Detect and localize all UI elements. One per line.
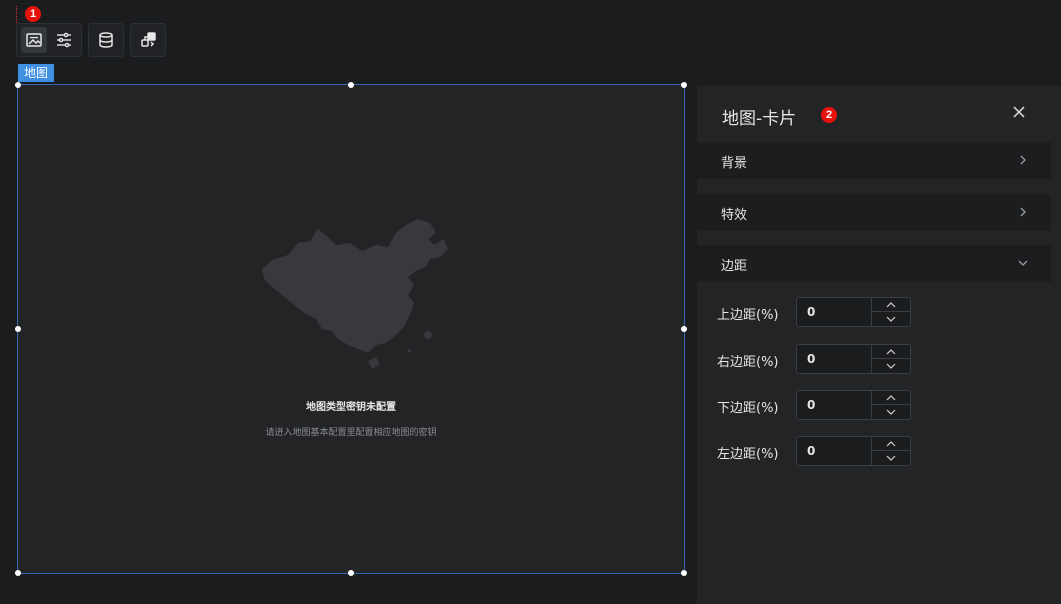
resize-handle-left[interactable] <box>15 326 21 332</box>
toolbar-group-data <box>88 23 124 57</box>
sliders-icon[interactable] <box>51 27 77 53</box>
close-icon[interactable] <box>1011 104 1027 120</box>
map-card-canvas[interactable]: 地图类型密钥未配置 请进入地图基本配置里配置相应地图的密钥 <box>15 82 687 576</box>
section-margin[interactable]: 边距 <box>697 245 1051 282</box>
stepper-arrows <box>871 391 910 419</box>
resize-handle-right[interactable] <box>681 326 687 332</box>
component-tag: 地图 <box>18 64 55 82</box>
stepper-arrows <box>871 345 910 373</box>
china-map-icon <box>258 215 448 375</box>
stepper-arrows <box>871 298 910 326</box>
chevron-down-icon <box>886 363 896 369</box>
margin-left-stepper <box>796 436 911 466</box>
margin-top-input[interactable] <box>797 298 872 326</box>
margin-right-stepper <box>796 344 911 374</box>
empty-state-description: 请进入地图基本配置里配置相应地图的密钥 <box>265 428 437 438</box>
resize-handle-bottom-left[interactable] <box>15 570 21 576</box>
margin-bottom-stepper <box>796 390 911 420</box>
section-label: 背景 <box>721 156 748 171</box>
field-label-left: 左边距(%) <box>717 447 779 462</box>
resize-handle-top-left[interactable] <box>15 82 21 88</box>
chevron-down-icon <box>886 316 896 322</box>
margin-right-input[interactable] <box>797 345 872 373</box>
field-label-top: 上边距(%) <box>717 308 779 323</box>
component-toolbar <box>16 23 166 57</box>
decrement-button[interactable] <box>872 312 910 326</box>
toolbar-group-config <box>16 23 82 57</box>
resize-handle-top[interactable] <box>348 82 354 88</box>
chevron-up-icon <box>886 348 896 354</box>
interaction-icon[interactable] <box>135 27 161 53</box>
chevron-down-icon <box>886 409 896 415</box>
increment-button[interactable] <box>872 391 910 405</box>
stepper-arrows <box>871 437 910 465</box>
toolbar-group-interaction <box>130 23 166 57</box>
field-label-bottom: 下边距(%) <box>717 401 779 416</box>
section-label: 边距 <box>721 259 748 274</box>
step-badge-1: 1 <box>25 6 41 22</box>
panel-title: 地图-卡片 <box>722 109 797 129</box>
decrement-button[interactable] <box>872 359 910 373</box>
panel-header: 地图-卡片 2 <box>697 86 1061 142</box>
chevron-up-icon <box>886 301 896 307</box>
chevron-right-icon <box>1020 155 1026 165</box>
increment-button[interactable] <box>872 345 910 359</box>
section-background[interactable]: 背景 <box>697 142 1051 179</box>
margin-bottom-input[interactable] <box>797 391 872 419</box>
chevron-down-icon <box>1018 260 1028 266</box>
section-label: 特效 <box>721 208 748 223</box>
empty-state-title: 地图类型密钥未配置 <box>306 402 396 413</box>
properties-panel: 地图-卡片 2 背景 特效 边距 上边距(%) 右边距(%) <box>697 86 1061 604</box>
margin-left-input[interactable] <box>797 437 872 465</box>
resize-handle-bottom[interactable] <box>348 570 354 576</box>
selection-guide <box>16 6 18 23</box>
increment-button[interactable] <box>872 437 910 451</box>
increment-button[interactable] <box>872 298 910 312</box>
chevron-right-icon <box>1020 207 1026 217</box>
chevron-up-icon <box>886 394 896 400</box>
chevron-up-icon <box>886 440 896 446</box>
chevron-down-icon <box>886 455 896 461</box>
decrement-button[interactable] <box>872 451 910 465</box>
resize-handle-bottom-right[interactable] <box>681 570 687 576</box>
decrement-button[interactable] <box>872 405 910 419</box>
database-icon[interactable] <box>93 27 119 53</box>
image-icon[interactable] <box>21 27 47 53</box>
resize-handle-top-right[interactable] <box>681 82 687 88</box>
margin-top-stepper <box>796 297 911 327</box>
step-badge-2: 2 <box>821 107 837 123</box>
field-label-right: 右边距(%) <box>717 355 779 370</box>
section-effects[interactable]: 特效 <box>697 194 1051 231</box>
